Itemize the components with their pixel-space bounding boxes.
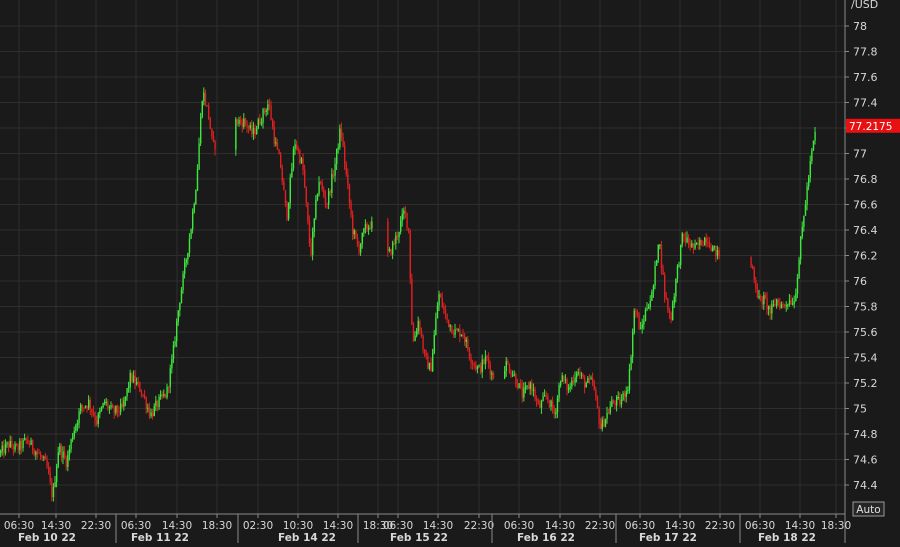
candle [195, 189, 197, 205]
candle [508, 363, 511, 374]
x-time-label: 14:30 [665, 520, 695, 532]
y-tick-label: 75.4 [853, 352, 878, 365]
candle [200, 112, 202, 147]
x-time-label: 18:30 [202, 520, 232, 532]
candle [409, 229, 411, 285]
y-tick-label: 77 [853, 148, 867, 161]
x-time-label: 06:30 [4, 520, 34, 532]
y-tick-label: 75.2 [853, 377, 878, 390]
x-time-label: 22:30 [81, 520, 111, 532]
candle [288, 202, 290, 221]
y-tick-label: 76.8 [853, 173, 878, 186]
x-date-label: Feb 10 22 [18, 532, 76, 543]
candle [604, 418, 607, 428]
candle [190, 228, 192, 240]
candle [656, 259, 658, 267]
y-tick-label: 78 [853, 20, 867, 33]
x-time-label: 22:30 [464, 520, 494, 532]
candle [209, 116, 211, 130]
candle [448, 319, 450, 328]
x-date-label: Feb 15 22 [390, 532, 448, 543]
x-time-label: 22:30 [705, 520, 735, 532]
x-time-label: 06:30 [625, 520, 655, 532]
candle [812, 140, 815, 152]
auto-scale-label: Auto [856, 504, 880, 516]
price-chart[interactable]: 7877.877.677.477.27776.876.676.476.27675… [0, 0, 900, 544]
chart-background [0, 0, 900, 543]
x-date-label: Feb 17 22 [639, 532, 697, 543]
x-date-label: Feb 14 22 [278, 532, 336, 543]
candle [451, 325, 453, 334]
candle [633, 308, 635, 335]
last-price-tag: 77.2175 [846, 118, 900, 133]
y-tick-label: 77.4 [853, 97, 878, 110]
candle [412, 321, 415, 343]
candle [644, 307, 647, 322]
x-time-label: 10:30 [283, 520, 313, 532]
x-time-label: 06:30 [383, 520, 413, 532]
x-time-label: 14:30 [162, 520, 192, 532]
candle [704, 236, 706, 246]
x-date-label: Feb 11 22 [131, 532, 189, 543]
x-time-label: 14:30 [323, 520, 353, 532]
candle [131, 372, 133, 384]
x-time-label: 18:30 [821, 520, 851, 532]
candle [139, 381, 141, 393]
y-tick-label: 74.4 [853, 479, 878, 492]
candle [390, 248, 392, 256]
candle [286, 200, 288, 222]
candle [292, 146, 295, 172]
candle [798, 256, 800, 280]
y-tick-label: 76.2 [853, 250, 878, 263]
x-time-label: 06:30 [745, 520, 775, 532]
candle [299, 148, 301, 165]
x-time-label: 02:30 [243, 520, 273, 532]
candle [518, 383, 520, 389]
y-tick-label: 76.4 [853, 224, 878, 237]
auto-scale-button[interactable]: Auto [852, 501, 885, 517]
x-time-label: 14:30 [41, 520, 71, 532]
candle [657, 244, 659, 263]
y-tick-label: 76.6 [853, 199, 878, 212]
y-tick-label: 75.8 [853, 301, 878, 314]
y-tick-label: 77.8 [853, 46, 878, 59]
candle [102, 402, 104, 409]
chart-canvas[interactable]: 7877.877.677.477.27776.876.676.476.27675… [0, 0, 900, 544]
x-date-label: Feb 16 22 [517, 532, 575, 543]
candle [201, 100, 203, 119]
x-time-label: 22:30 [585, 520, 615, 532]
candle [280, 151, 282, 169]
candle [750, 256, 752, 268]
candle [411, 273, 413, 326]
last-price-label: 77.2175 [849, 121, 892, 133]
candle [596, 395, 599, 409]
x-date-label: Feb 18 22 [758, 532, 816, 543]
y-tick-label: 74.8 [853, 428, 878, 441]
y-tick-label: 75 [853, 403, 867, 416]
y-tick-label: 76 [853, 275, 867, 288]
x-time-label: 06:30 [504, 520, 534, 532]
y-unit-label: /USD [851, 0, 878, 11]
y-tick-label: 77.6 [853, 71, 878, 84]
x-time-label: 14:30 [785, 520, 815, 532]
x-time-label: 06:30 [121, 520, 151, 532]
x-time-label: 14:30 [545, 520, 575, 532]
x-time-label: 14:30 [423, 520, 453, 532]
y-tick-label: 74.6 [853, 454, 878, 467]
candle [700, 239, 703, 246]
y-tick-label: 75.6 [853, 326, 878, 339]
